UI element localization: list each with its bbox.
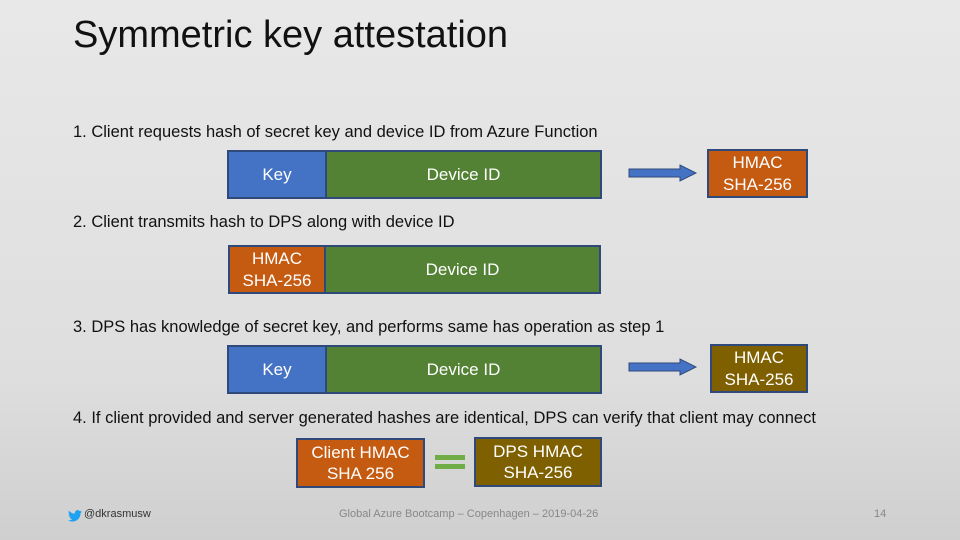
arrow-right-icon (628, 164, 698, 182)
hmac-label-1: HMAC (732, 153, 783, 173)
step-2-text: 2. Client transmits hash to DPS along wi… (73, 213, 455, 231)
client-hmac-label-1: Client HMAC (311, 442, 410, 462)
device-id-label: Device ID (426, 359, 501, 379)
key-block: Key (227, 150, 327, 199)
step-4-text: 4. If client provided and server generat… (73, 409, 816, 427)
slide: Symmetric key attestation 1. Client requ… (0, 0, 960, 540)
hmac-output-block: HMAC SHA-256 (710, 344, 808, 393)
device-id-label: Device ID (425, 259, 500, 279)
step-3-text: 3. DPS has knowledge of secret key, and … (73, 318, 665, 336)
twitter-handle: @dkrasmusw (84, 508, 151, 520)
key-label: Key (262, 164, 292, 184)
dps-hmac-label-2: SHA-256 (503, 463, 573, 482)
dps-hmac-label-1: DPS HMAC (493, 441, 583, 461)
client-hmac-label-2: SHA 256 (326, 464, 395, 483)
hmac-label-1: HMAC (251, 249, 303, 269)
hmac-label-2: SHA-256 (242, 270, 312, 290)
step-1-text: 1. Client requests hash of secret key an… (73, 123, 598, 141)
hmac-label-2: SHA-256 (723, 174, 792, 194)
device-id-label: Device ID (426, 164, 501, 184)
hmac-label-2: SHA-256 (724, 369, 794, 389)
footer-event-text: Global Azure Bootcamp – Copenhagen – 201… (339, 508, 599, 520)
page-number: 14 (874, 508, 887, 520)
key-block: Key (227, 345, 327, 394)
hmac-block: HMAC SHA-256 (228, 245, 326, 294)
equals-icon (435, 455, 465, 469)
slide-title: Symmetric key attestation (73, 14, 509, 56)
hmac-label-1: HMAC (733, 348, 785, 368)
device-id-block: Device ID (325, 345, 602, 394)
hmac-output-block: HMAC SHA-256 (707, 149, 808, 198)
device-id-block: Device ID (325, 150, 602, 199)
key-label: Key (262, 359, 292, 379)
dps-hmac-block: DPS HMAC SHA-256 (474, 437, 602, 487)
client-hmac-block: Client HMAC SHA 256 (296, 438, 425, 488)
twitter-icon (68, 510, 82, 522)
device-id-block: Device ID (324, 245, 601, 294)
arrow-right-icon (628, 358, 698, 376)
